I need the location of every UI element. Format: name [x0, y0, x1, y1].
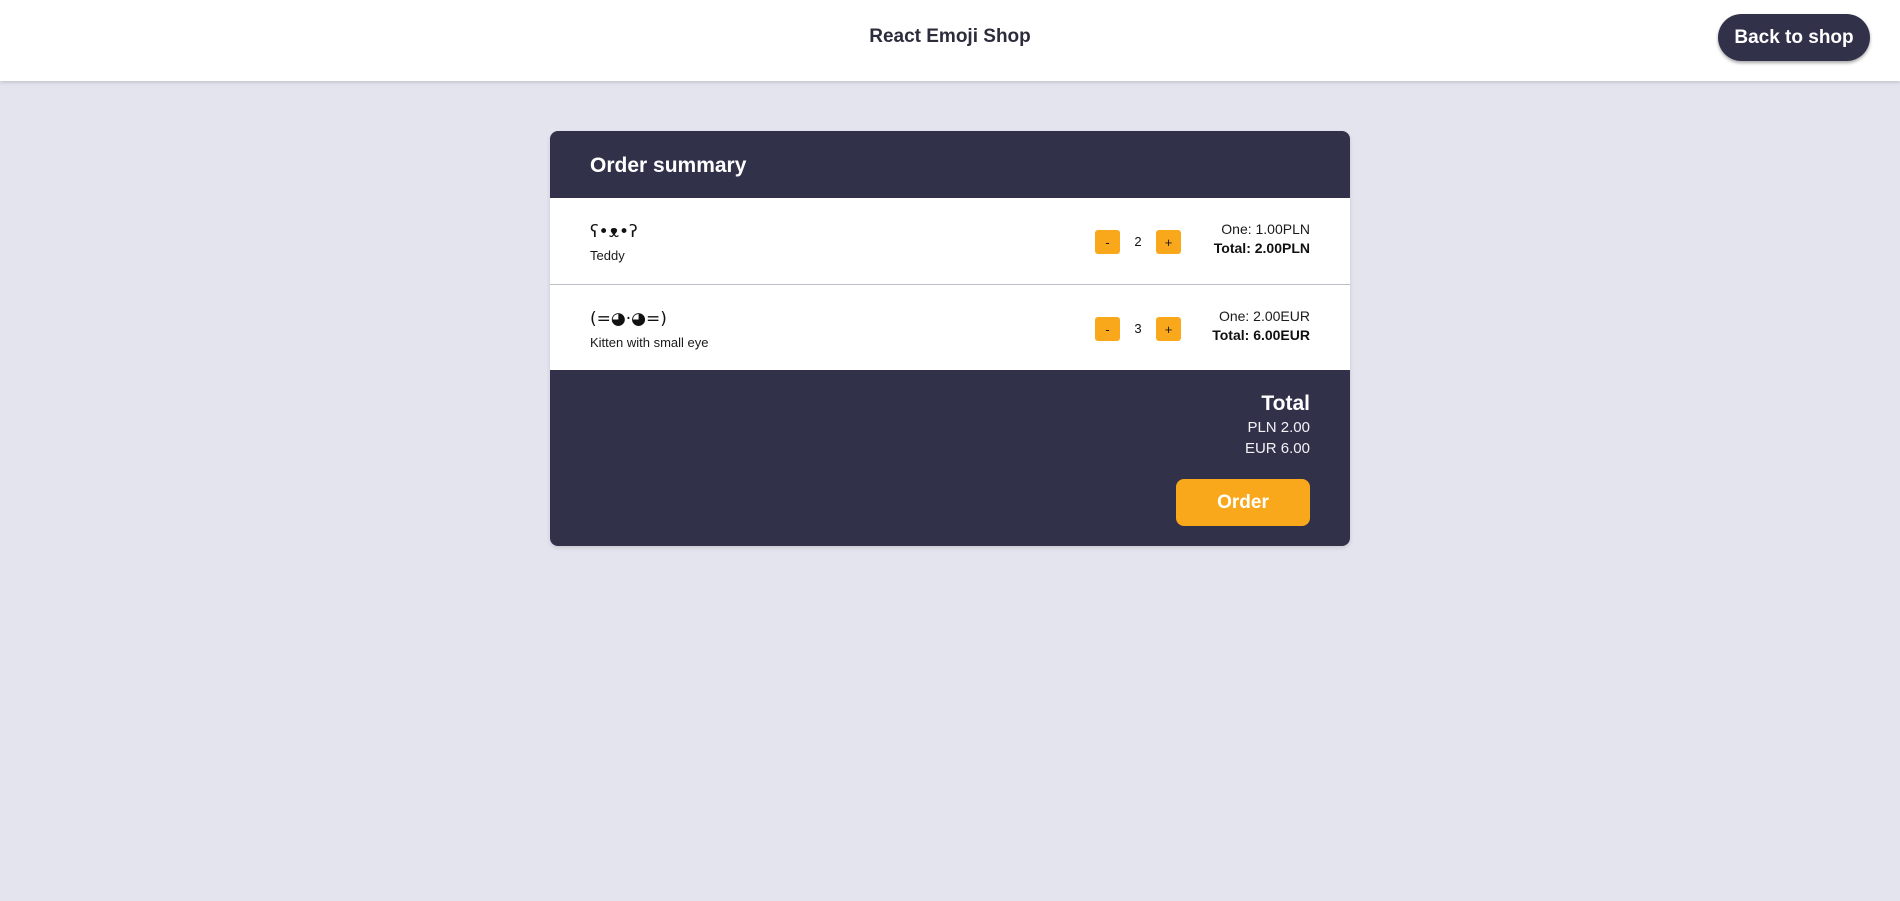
total-eur: EUR 6.00: [1244, 440, 1310, 457]
unit-price: One: 1.00PLN: [1221, 221, 1310, 237]
order-summary-card: Order summary ʕ•ᴥ•ʔ Teddy - 2 + One: 1.0…: [550, 131, 1350, 546]
line-total: Total: 6.00EUR: [1212, 327, 1310, 343]
item-emoji: ʕ•ᴥ•ʔ: [590, 222, 638, 242]
app-title: React Emoji Shop: [869, 26, 1031, 47]
item-name: Teddy: [590, 248, 625, 263]
order-item-row: (=◕·◕=) Kitten with small eye - 3 + One:…: [550, 284, 1350, 370]
total-pln: PLN 2.00: [1247, 419, 1310, 436]
item-name: Kitten with small eye: [590, 335, 709, 350]
quantity-stepper: - 2 +: [1095, 230, 1187, 254]
decrease-quantity-button[interactable]: -: [1095, 317, 1120, 341]
back-to-shop-button[interactable]: Back to shop: [1718, 14, 1870, 61]
line-total: Total: 2.00PLN: [1213, 240, 1310, 256]
increase-quantity-button[interactable]: +: [1156, 230, 1181, 254]
total-label: Total: [1261, 392, 1310, 415]
quantity-value: 2: [1134, 234, 1142, 249]
quantity-value: 3: [1134, 321, 1142, 336]
order-item-row: ʕ•ᴥ•ʔ Teddy - 2 + One: 1.00PLN Total: 2.…: [550, 198, 1350, 284]
order-summary-footer: Total PLN 2.00 EUR 6.00 Order: [550, 370, 1350, 546]
order-button[interactable]: Order: [1176, 479, 1310, 526]
order-summary-title: Order summary: [550, 131, 1350, 198]
unit-price: One: 2.00EUR: [1218, 308, 1310, 324]
quantity-stepper: - 3 +: [1095, 317, 1187, 341]
decrease-quantity-button[interactable]: -: [1095, 230, 1120, 254]
top-header: React Emoji Shop Back to shop: [0, 0, 1900, 81]
increase-quantity-button[interactable]: +: [1156, 317, 1181, 341]
item-emoji: (=◕·◕=): [590, 309, 667, 329]
